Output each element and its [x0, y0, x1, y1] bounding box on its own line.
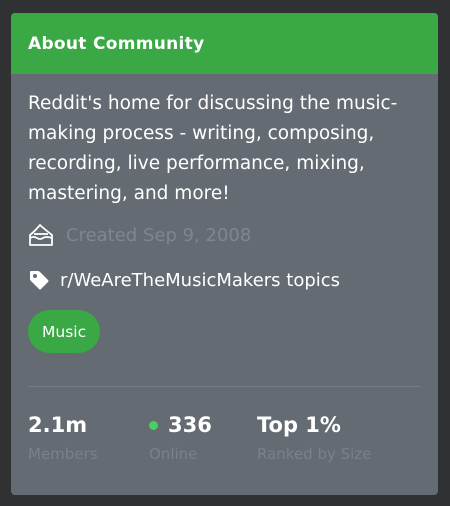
- card-header: About Community: [11, 13, 438, 74]
- topics-link[interactable]: r/WeAreTheMusicMakers topics: [60, 270, 340, 291]
- created-date-text: Created Sep 9, 2008: [66, 224, 252, 246]
- members-count: 2.1m: [28, 413, 88, 437]
- community-description: Reddit's home for discussing the music-m…: [28, 93, 398, 204]
- members-label: Members: [28, 445, 98, 463]
- online-status-icon: [149, 420, 158, 430]
- rank-stat: Top 1% Ranked by Size: [257, 411, 371, 463]
- created-date-row: Created Sep 9, 2008: [28, 221, 251, 249]
- divider: [28, 386, 421, 387]
- members-stat: 2.1m Members: [28, 411, 98, 463]
- tag-icon: [28, 269, 50, 291]
- online-label: Online: [149, 445, 198, 463]
- online-count: 336: [168, 413, 212, 437]
- topic-pill-music[interactable]: Music: [28, 310, 101, 353]
- topics-row[interactable]: r/WeAreTheMusicMakers topics: [28, 266, 340, 294]
- cake-icon: [28, 223, 54, 247]
- online-stat: 336 Online: [149, 411, 212, 463]
- rank-label: Ranked by Size: [257, 445, 372, 463]
- about-community-card: About Community Reddit's home for discus…: [11, 13, 438, 495]
- card-title: About Community: [28, 33, 205, 54]
- rank-value: Top 1%: [257, 413, 341, 437]
